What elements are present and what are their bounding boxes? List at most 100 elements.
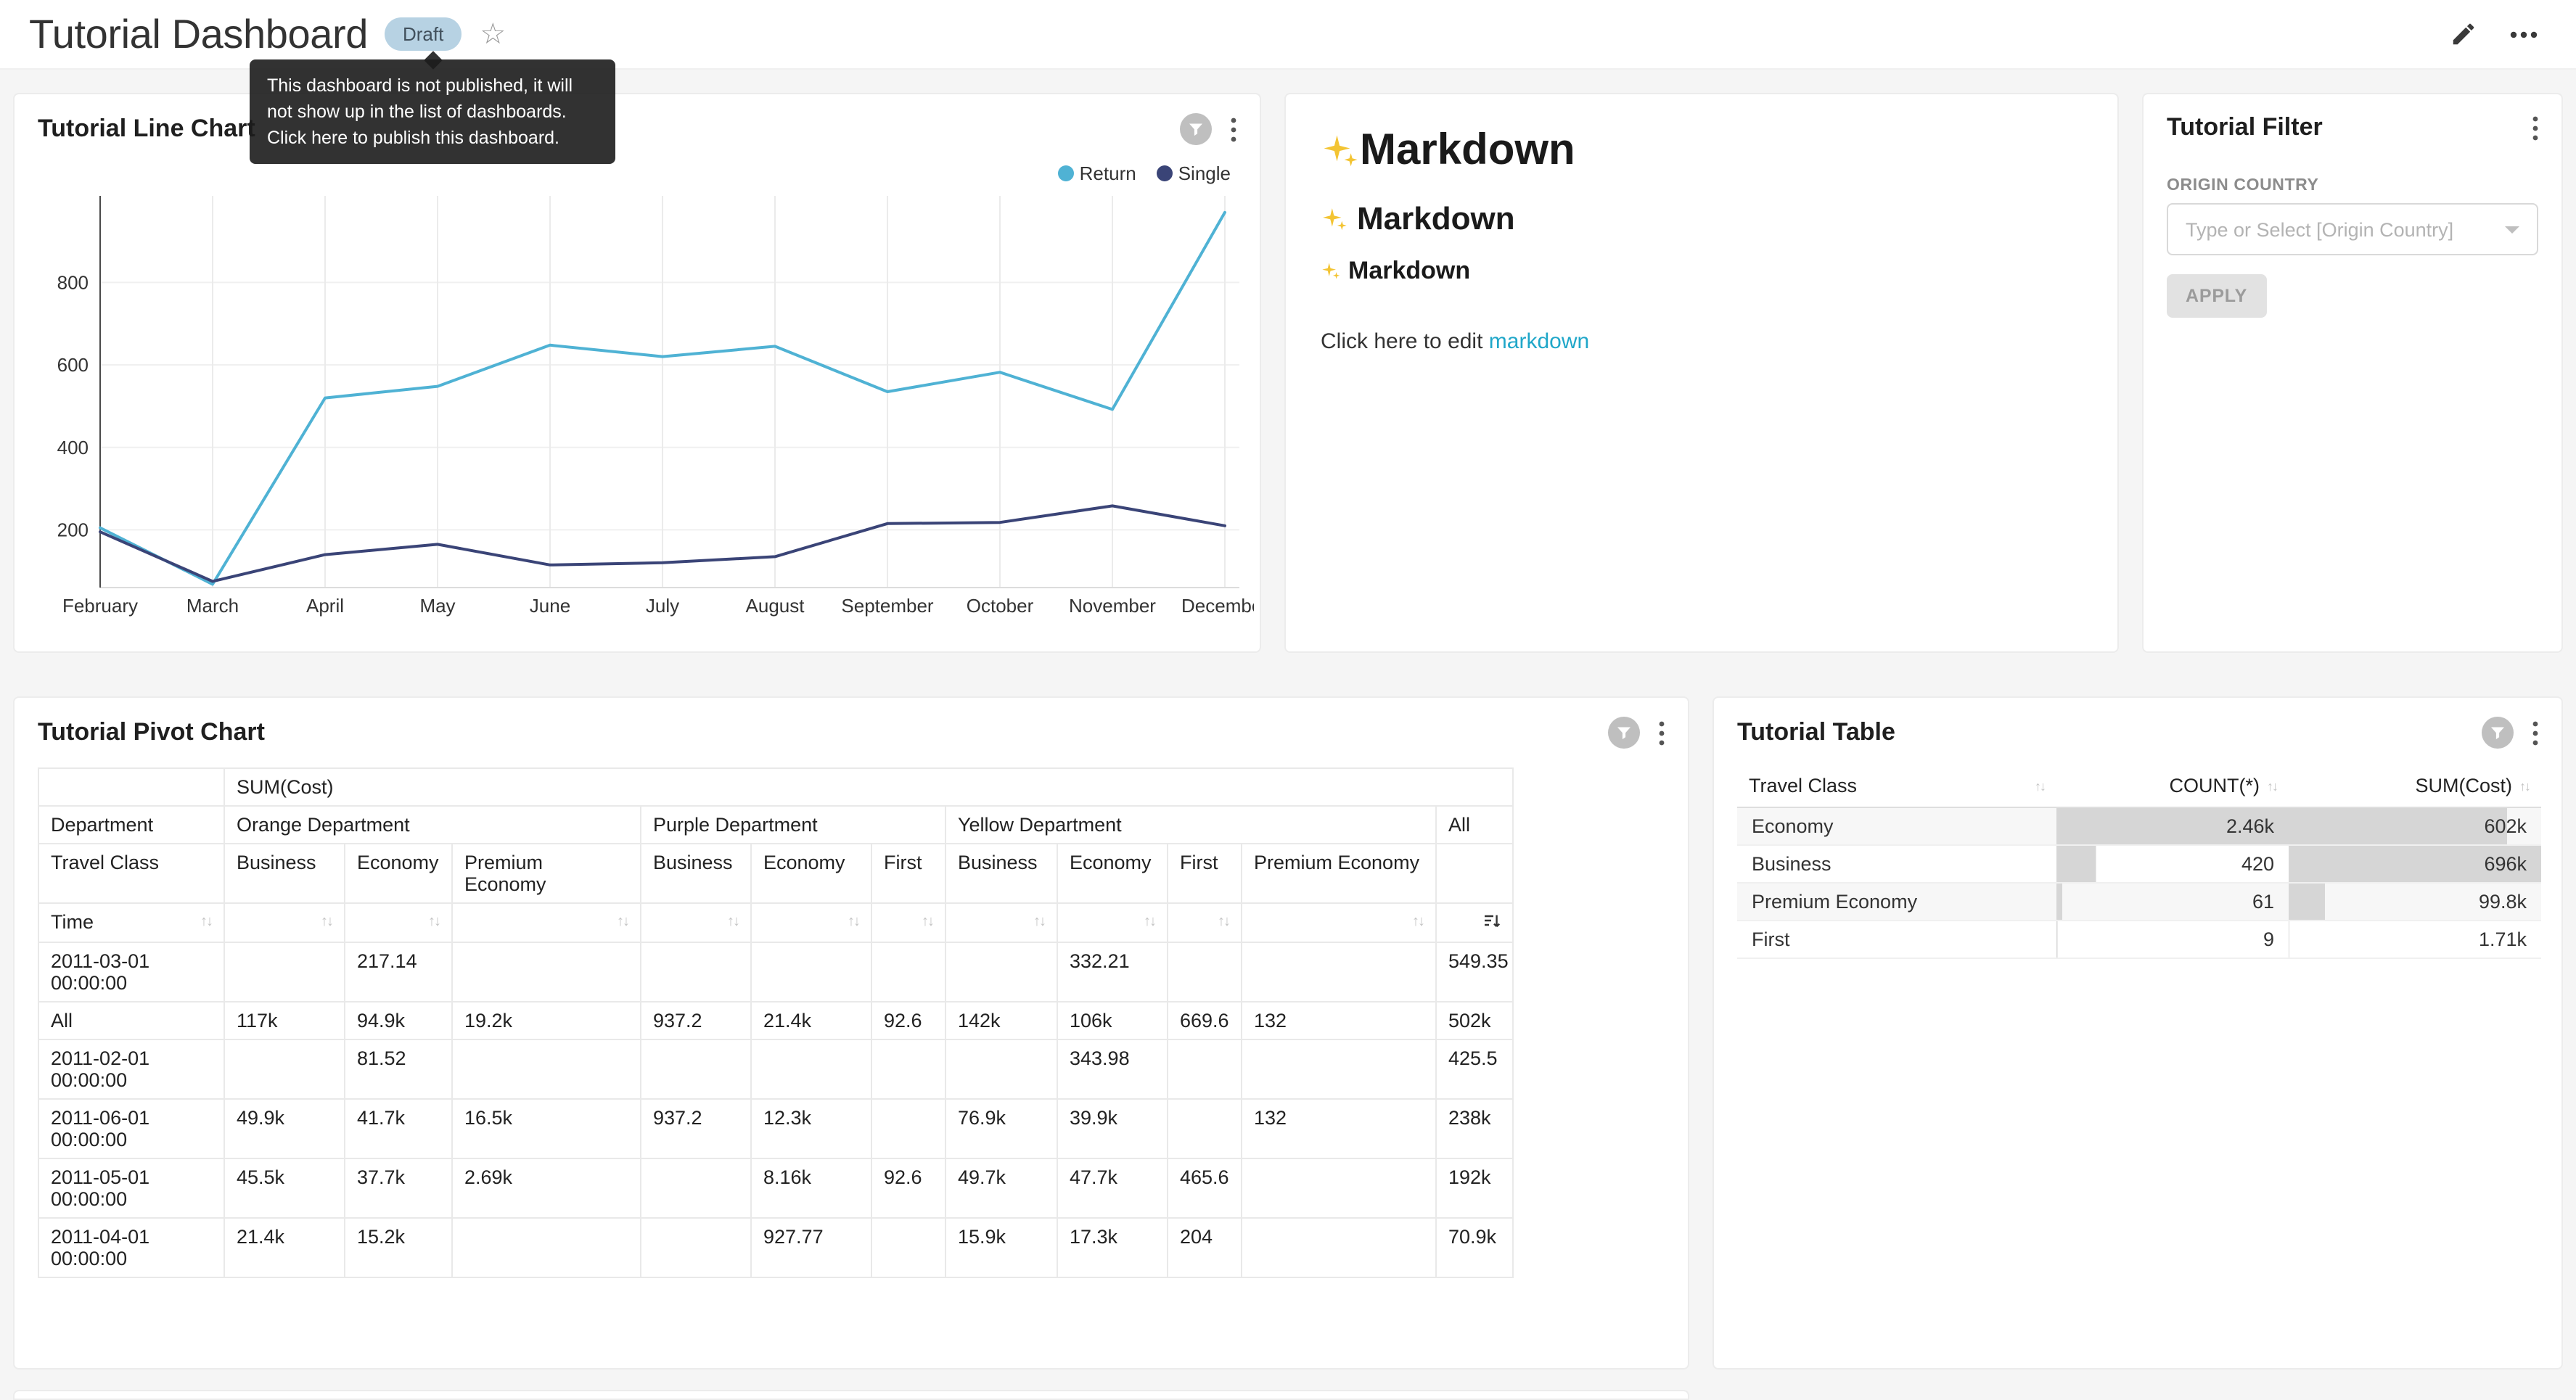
unpublished-tooltip[interactable]: This dashboard is not published, it will… — [250, 59, 615, 165]
pivot-sort-cell: ↑↓ — [1242, 903, 1436, 942]
caret-down-icon — [2505, 226, 2519, 233]
pivot-col-header: Economy — [751, 844, 871, 903]
sort-icon[interactable]: ↑↓ — [1033, 911, 1045, 934]
pivot-col-header: First — [871, 844, 946, 903]
sort-icon[interactable]: ↑↓ — [321, 911, 332, 934]
x-axis-tick-label: October — [967, 595, 1034, 617]
pivot-sort-cell: ↑↓ — [641, 903, 751, 942]
page-title: Tutorial Dashboard — [29, 11, 368, 57]
status-badge[interactable]: Draft — [385, 17, 461, 51]
pivot-row: 2011-05-01 00:00:0045.5k37.7k2.69k8.16k9… — [38, 1158, 1513, 1218]
y-axis-tick-label: 400 — [57, 437, 89, 458]
pivot-cell: 45.5k — [224, 1158, 345, 1218]
sparkles-icon — [1321, 205, 1348, 233]
x-axis-tick-label: August — [746, 595, 805, 617]
table-cell-count: 9 — [2056, 921, 2289, 958]
pivot-cell: 21.4k — [751, 1002, 871, 1039]
pivot-cell: 12.3k — [751, 1099, 871, 1158]
column-label: SUM(Cost) — [2416, 775, 2513, 796]
filter-indicator-badge[interactable] — [1180, 113, 1212, 145]
pivot-cell — [1168, 942, 1242, 1002]
table-column-header[interactable]: SUM(Cost) ↑↓ — [2289, 765, 2541, 807]
pivot-row-label: 2011-05-01 00:00:00 — [38, 1158, 224, 1218]
origin-country-select[interactable]: Type or Select [Origin Country] — [2167, 203, 2538, 255]
sort-icon[interactable]: ↑↓ — [1412, 911, 1424, 934]
pivot-cell: 937.2 — [641, 1002, 751, 1039]
tooltip-text: This dashboard is not published, it will… — [267, 75, 573, 149]
pivot-sort-cell: ↑↓ — [224, 903, 345, 942]
edit-markdown-link[interactable]: markdown — [1489, 329, 1589, 354]
pivot-sort-cell: ↑↓ — [1168, 903, 1242, 942]
pivot-cell: 37.7k — [345, 1158, 452, 1218]
x-axis-tick-label: June — [530, 595, 570, 617]
table-cell-travel-class: First — [1737, 921, 2056, 958]
sort-icon[interactable]: ↑↓ — [2519, 778, 2530, 793]
markdown-heading-2: Markdown — [1321, 200, 2083, 238]
pivot-cell — [452, 1218, 641, 1277]
pivot-cell: 669.6 — [1168, 1002, 1242, 1039]
table-cell-sum: 696k — [2289, 845, 2541, 883]
table-cell-count: 61 — [2056, 883, 2289, 921]
more-vertical-icon[interactable] — [1231, 117, 1236, 141]
pivot-cell: 41.7k — [345, 1099, 452, 1158]
pivot-cell: 49.9k — [224, 1099, 345, 1158]
pivot-col-header: Business — [641, 844, 751, 903]
more-horizontal-icon[interactable] — [2509, 30, 2538, 38]
sort-icon[interactable]: ↑↓ — [428, 911, 440, 934]
pivot-sort-cell: ↑↓ — [1057, 903, 1168, 942]
card-title: Tutorial Filter — [2167, 113, 2323, 142]
filter-card: Tutorial Filter ORIGIN COUNTRY Type or S… — [2142, 93, 2563, 653]
more-vertical-icon[interactable] — [2532, 720, 2538, 745]
legend-dot — [1058, 165, 1074, 181]
filter-indicator-badge[interactable] — [1608, 717, 1640, 749]
pivot-row: 2011-02-01 00:00:0081.52343.98425.5 — [38, 1039, 1513, 1099]
edit-pencil-icon[interactable] — [2450, 20, 2477, 48]
pivot-cell: 92.6 — [871, 1002, 946, 1039]
sort-icon[interactable]: ↑↓ — [617, 911, 628, 934]
sparkles-icon — [1321, 261, 1341, 281]
y-axis-tick-label: 200 — [57, 519, 89, 540]
pivot-cell: 2.69k — [452, 1158, 641, 1218]
legend-dot — [1157, 165, 1173, 181]
filter-indicator-badge[interactable] — [2482, 717, 2514, 749]
pivot-cell: 117k — [224, 1002, 345, 1039]
pivot-corner-travel-class: Travel Class — [38, 844, 224, 903]
pivot-row-label: 2011-02-01 00:00:00 — [38, 1039, 224, 1099]
sort-icon[interactable]: ↑↓ — [848, 911, 859, 934]
x-axis-tick-label: February — [62, 595, 138, 617]
pivot-cell: 106k — [1057, 1002, 1168, 1039]
more-vertical-icon[interactable] — [1659, 720, 1665, 745]
pivot-cell: 343.98 — [1057, 1039, 1168, 1099]
more-vertical-icon[interactable] — [2532, 115, 2538, 140]
sort-icon[interactable]: ↑↓ — [1144, 911, 1155, 934]
card-title: Tutorial Pivot Chart — [38, 718, 265, 747]
table-cell-sum: 602k — [2289, 807, 2541, 845]
pivot-col-header: First — [1168, 844, 1242, 903]
pivot-col-header: Business — [946, 844, 1057, 903]
y-axis-tick-label: 600 — [57, 354, 89, 376]
pivot-group-header: All — [1436, 806, 1513, 844]
table-cell-count: 420 — [2056, 845, 2289, 883]
x-axis-tick-label: November — [1069, 595, 1156, 617]
legend-item-single[interactable]: Single — [1157, 162, 1231, 184]
pivot-cell: 19.2k — [452, 1002, 641, 1039]
pivot-cell — [946, 1039, 1057, 1099]
sort-icon[interactable]: ↑↓ — [2267, 778, 2277, 793]
sort-icon[interactable]: ↑↓ — [922, 911, 933, 934]
pivot-chart-card: Tutorial Pivot Chart SUM(Cost)Department… — [13, 696, 1689, 1370]
apply-button[interactable]: APPLY — [2167, 274, 2266, 318]
pivot-cell — [452, 942, 641, 1002]
sort-desc-active-icon[interactable] — [1483, 911, 1501, 934]
legend-item-return[interactable]: Return — [1058, 162, 1136, 184]
table-column-header[interactable]: COUNT(*)↑↓ — [2056, 765, 2289, 807]
sort-icon[interactable]: ↑↓ — [727, 911, 739, 934]
favorite-star-icon[interactable]: ☆ — [480, 20, 506, 49]
y-axis-tick-label: 800 — [57, 271, 89, 293]
sort-icon[interactable]: ↑↓ — [2035, 778, 2045, 793]
pivot-cell: 217.14 — [345, 942, 452, 1002]
table-column-header[interactable]: Travel Class↑↓ — [1737, 765, 2056, 807]
table-cell-sum: 99.8k — [2289, 883, 2541, 921]
sort-icon[interactable]: ↑↓ — [200, 911, 212, 934]
sort-icon[interactable]: ↑↓ — [1218, 911, 1229, 934]
pivot-cell: 47.7k — [1057, 1158, 1168, 1218]
